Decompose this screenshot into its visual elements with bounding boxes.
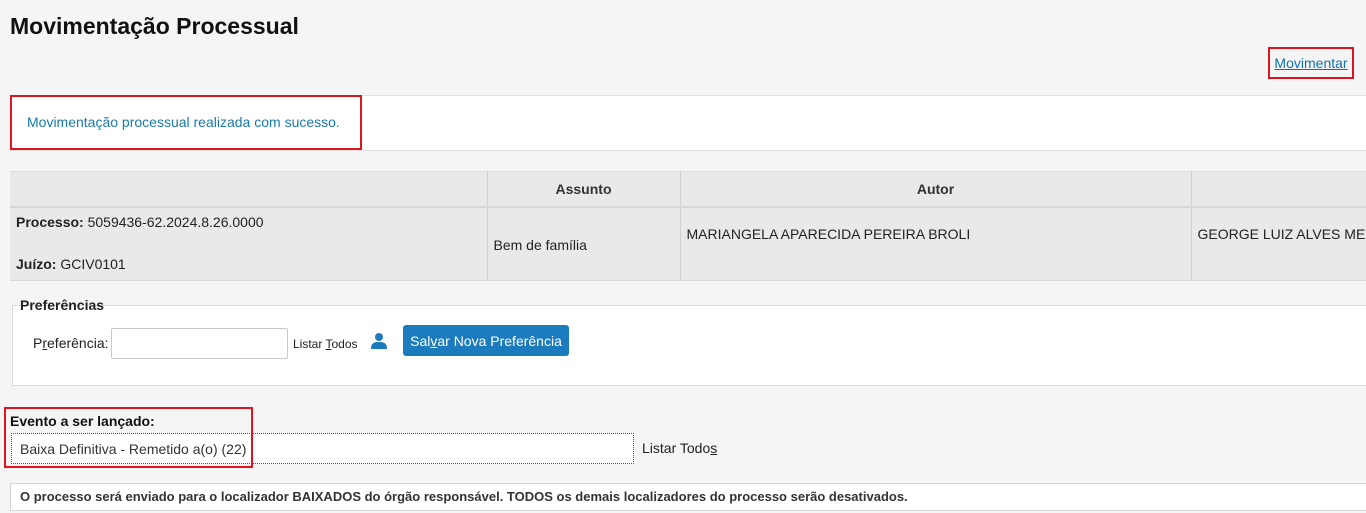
header-processo [10, 171, 488, 208]
movimentar-link[interactable]: Mo vimentar [1268, 47, 1354, 79]
cell-processo: Processo: 5059436-62.2024.8.26.0000 Juíz… [10, 207, 488, 281]
preferencia-listar-todos-link[interactable]: Listar Todos [293, 337, 358, 351]
evento-listar-todos-link[interactable]: Listar Todos [642, 440, 717, 456]
page-title: Movimentação Processual [10, 13, 299, 39]
info-message: O processo será enviado para o localizad… [10, 483, 1366, 511]
user-icon[interactable] [371, 332, 387, 350]
header-autor: Autor [680, 171, 1192, 208]
movimentar-post: vimentar [1293, 55, 1348, 71]
processo-line: Processo: 5059436-62.2024.8.26.0000 [16, 214, 481, 230]
reu-value: GEORGE LUIZ ALVES MEND [1197, 226, 1366, 242]
pref-list-pre: Listar [293, 337, 326, 351]
table-header-row: Assunto Autor [10, 171, 1366, 208]
autor-value: MARIANGELA APARECIDA PEREIRA BROLI [686, 226, 971, 242]
success-highlight-frame [10, 95, 362, 150]
movimentar-key: o [1286, 55, 1294, 71]
preferencia-label: Preferência: [33, 335, 109, 351]
evento-highlight-frame [4, 407, 253, 468]
save-pre: Sal [410, 332, 431, 349]
processo-number[interactable]: 5059436-62.2024.8.26.0000 [88, 214, 264, 230]
save-post: ar Nova Preferência [437, 332, 562, 349]
movimentar-pre: M [1274, 55, 1287, 71]
process-table: Assunto Autor Processo: 5059436-62.2024.… [10, 171, 1366, 281]
juizo-value: GCIV0101 [60, 256, 126, 272]
save-key: v [430, 332, 438, 349]
evento-list-key: s [710, 440, 718, 456]
header-assunto: Assunto [487, 171, 681, 208]
cell-autor: MARIANGELA APARECIDA PEREIRA BROLI [680, 207, 1192, 281]
salvar-preferencia-button[interactable]: Sal v ar Nova Preferência [403, 325, 569, 356]
evento-list-pre: Listar Todo [642, 440, 711, 456]
preferencias-legend: Preferências [20, 297, 105, 313]
processo-label: Processo: [16, 214, 84, 230]
cell-reu: GEORGE LUIZ ALVES MEND [1191, 207, 1366, 281]
header-reu [1191, 171, 1366, 208]
pref-list-post: odos [331, 337, 358, 351]
cell-assunto: Bem de família [487, 207, 681, 281]
juizo-label: Juízo: [16, 256, 57, 272]
preferencia-label-pre: P [33, 335, 43, 351]
table-row: Processo: 5059436-62.2024.8.26.0000 Juíz… [10, 207, 1366, 281]
assunto-value: Bem de família [493, 237, 587, 253]
preferencia-label-post: eferência: [47, 335, 109, 351]
juizo-line: Juízo: GCIV0101 [16, 256, 481, 272]
preferencia-input[interactable] [111, 328, 288, 359]
